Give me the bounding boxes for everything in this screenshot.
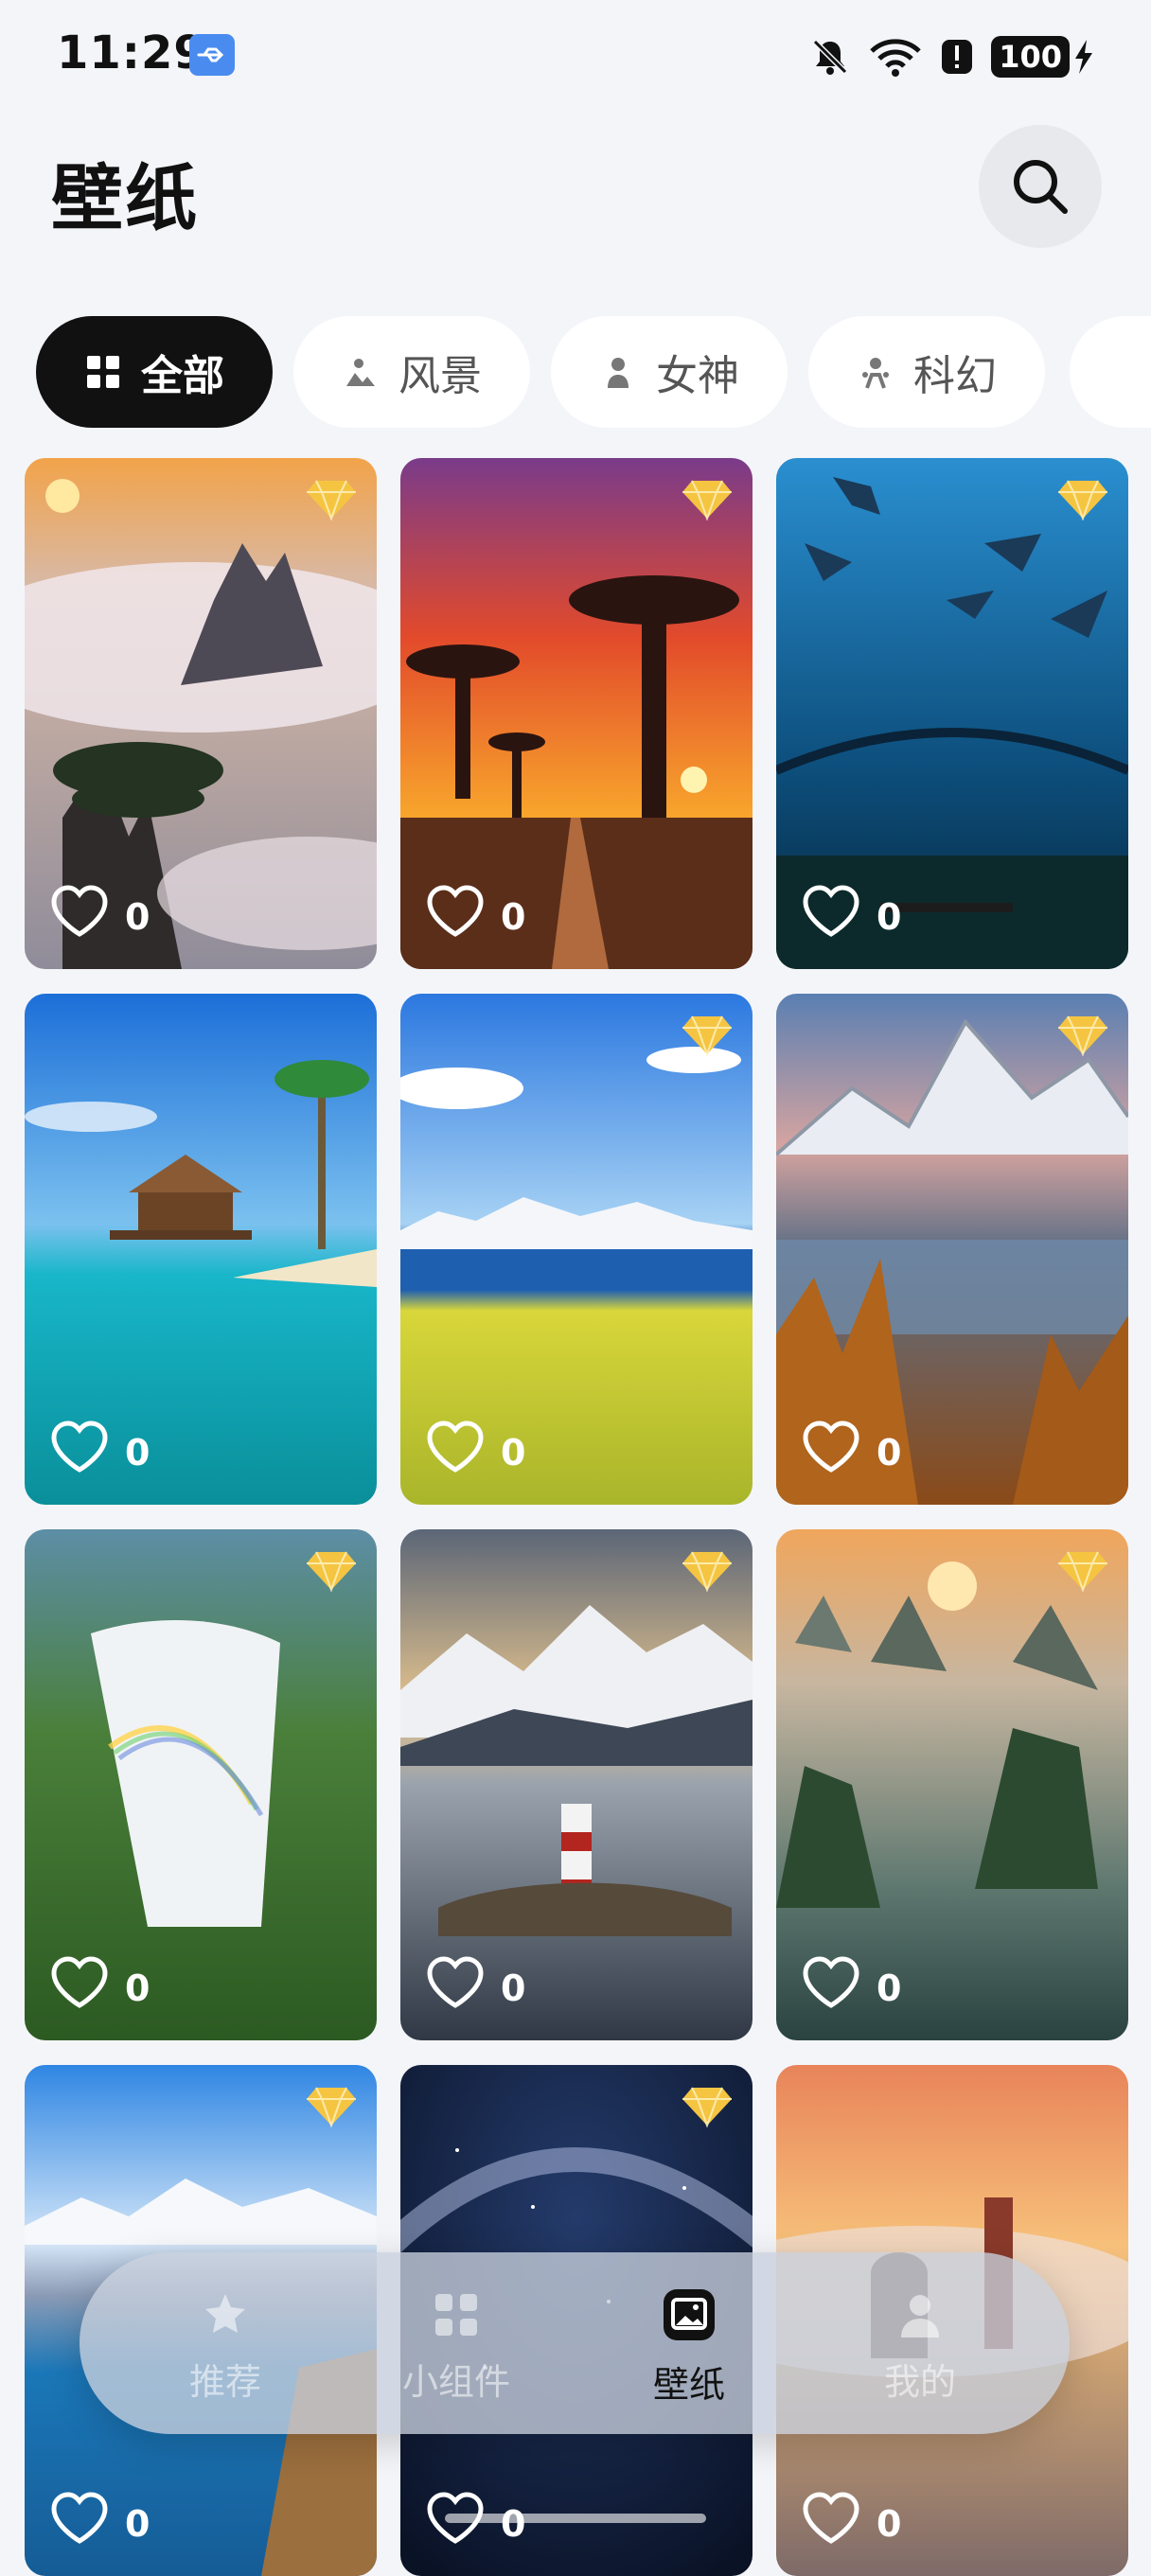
like-button[interactable]: 0 xyxy=(49,885,150,948)
heart-icon xyxy=(425,2492,486,2555)
vip-diamond-icon xyxy=(307,2086,356,2128)
like-count: 0 xyxy=(877,895,902,938)
nav-profile[interactable]: 我的 xyxy=(825,2275,1015,2417)
like-count: 0 xyxy=(501,1967,526,2009)
battery-icon: 100 xyxy=(991,36,1094,78)
like-button[interactable]: 0 xyxy=(801,885,901,948)
wallpaper-card[interactable]: 0 xyxy=(400,1529,753,2040)
like-count: 0 xyxy=(877,1431,902,1473)
home-indicator xyxy=(445,2514,706,2523)
nav-label: 壁纸 xyxy=(652,2363,725,2406)
nav-widgets[interactable]: 小组件 xyxy=(362,2275,551,2417)
alert-icon xyxy=(942,40,973,74)
vip-diamond-icon xyxy=(682,479,732,521)
like-button[interactable]: 0 xyxy=(425,2492,525,2555)
like-button[interactable]: 0 xyxy=(425,1956,525,2020)
widgets-icon xyxy=(435,2293,477,2336)
grid-icon xyxy=(84,353,122,391)
vip-diamond-icon xyxy=(682,1550,732,1593)
like-count: 0 xyxy=(877,1967,902,2009)
tab-label: 女神 xyxy=(656,352,739,400)
nav-recommend[interactable]: 推荐 xyxy=(131,2275,320,2417)
search-button[interactable] xyxy=(979,125,1102,248)
nav-label: 我的 xyxy=(883,2360,956,2403)
nav-label: 推荐 xyxy=(188,2360,261,2403)
vip-diamond-icon xyxy=(1058,479,1107,521)
like-count: 0 xyxy=(125,1431,151,1473)
like-button[interactable]: 0 xyxy=(49,2492,150,2555)
category-tabs: 全部 风景 女神 科幻 xyxy=(0,316,1151,430)
heart-icon xyxy=(49,1420,110,1484)
wallpaper-card[interactable]: 0 xyxy=(25,994,377,1505)
heart-icon xyxy=(49,1956,110,2020)
like-button[interactable]: 0 xyxy=(801,1420,901,1484)
heart-icon xyxy=(49,885,110,948)
like-count: 0 xyxy=(501,2502,526,2545)
battery-level: 100 xyxy=(991,36,1070,78)
status-time: 11:29 xyxy=(57,26,206,79)
wallpaper-card[interactable]: 0 xyxy=(400,994,753,1505)
bottom-nav: 推荐 小组件 壁纸 我的 xyxy=(80,2252,1070,2434)
vip-diamond-icon xyxy=(1058,1550,1107,1593)
heart-icon xyxy=(801,2492,861,2555)
like-count: 0 xyxy=(877,2502,902,2545)
heart-icon xyxy=(425,885,486,948)
vip-diamond-icon xyxy=(682,2086,732,2128)
heart-icon xyxy=(49,2492,110,2555)
wallpaper-icon xyxy=(664,2288,715,2340)
heart-icon xyxy=(801,1956,861,2020)
vip-diamond-icon xyxy=(307,479,356,521)
heart-icon xyxy=(801,885,861,948)
wallpaper-card[interactable]: 0 xyxy=(776,1529,1128,2040)
heart-icon xyxy=(425,1956,486,2020)
status-bar: 11:29 100 xyxy=(0,0,1151,114)
vip-diamond-icon xyxy=(682,1015,732,1057)
nav-wallpaper[interactable]: 壁纸 xyxy=(594,2275,784,2417)
like-button[interactable]: 0 xyxy=(425,1420,525,1484)
scifi-icon xyxy=(857,353,894,391)
tab-more[interactable] xyxy=(1070,316,1151,428)
bell-muted-icon xyxy=(813,39,848,75)
vip-diamond-icon xyxy=(307,1550,356,1593)
heart-icon xyxy=(425,1420,486,1484)
page-title: 壁纸 xyxy=(51,156,199,240)
wifi-icon xyxy=(870,39,921,77)
tab-label: 全部 xyxy=(141,352,224,400)
nav-label: 小组件 xyxy=(401,2360,510,2403)
vip-diamond-icon xyxy=(1058,1015,1107,1057)
person-icon xyxy=(599,353,637,391)
like-count: 0 xyxy=(501,895,526,938)
tab-scifi[interactable]: 科幻 xyxy=(808,316,1045,428)
like-button[interactable]: 0 xyxy=(425,885,525,948)
tab-label: 科幻 xyxy=(913,352,997,400)
tab-landscape[interactable]: 风景 xyxy=(293,316,530,428)
usb-icon xyxy=(189,34,235,76)
wallpaper-card[interactable]: 0 xyxy=(400,458,753,969)
like-count: 0 xyxy=(125,2502,151,2545)
search-icon xyxy=(1014,160,1068,214)
like-button[interactable]: 0 xyxy=(49,1956,150,2020)
like-button[interactable]: 0 xyxy=(801,2492,901,2555)
wallpaper-card[interactable]: 0 xyxy=(776,994,1128,1505)
like-button[interactable]: 0 xyxy=(801,1956,901,2020)
heart-icon xyxy=(801,1420,861,1484)
tab-goddess[interactable]: 女神 xyxy=(551,316,788,428)
wallpaper-card[interactable]: 0 xyxy=(25,458,377,969)
status-icons: 100 xyxy=(809,32,1094,81)
like-count: 0 xyxy=(125,895,151,938)
wallpaper-card[interactable]: 0 xyxy=(25,1529,377,2040)
landscape-icon xyxy=(342,353,380,391)
charging-icon xyxy=(1075,40,1092,74)
recommend-icon xyxy=(205,2293,245,2333)
profile-icon xyxy=(901,2294,939,2338)
tab-label: 风景 xyxy=(398,352,482,400)
like-button[interactable]: 0 xyxy=(49,1420,150,1484)
wallpaper-card[interactable]: 0 xyxy=(776,458,1128,969)
like-count: 0 xyxy=(125,1967,151,2009)
tab-all[interactable]: 全部 xyxy=(36,316,273,428)
like-count: 0 xyxy=(501,1431,526,1473)
